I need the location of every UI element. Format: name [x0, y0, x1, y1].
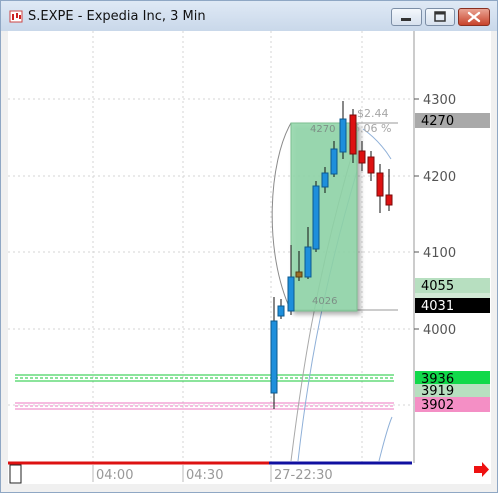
price-marker-label: 4270 — [421, 114, 454, 129]
window-bottom-border — [1, 484, 497, 492]
price-tick-label: 4200 — [423, 170, 456, 185]
close-icon — [467, 11, 481, 23]
box-top-label: 4270 — [310, 124, 335, 135]
minimize-button[interactable] — [391, 8, 422, 26]
time-tick-label: 04:30 — [186, 468, 223, 483]
scroll-box[interactable] — [9, 464, 22, 484]
red-arrow-right-icon[interactable] — [474, 462, 489, 477]
price-marker-label: 4055 — [421, 279, 454, 294]
chart-window: S.EXPE - Expedia Inc, 3 Min 4270 4026 $2… — [0, 0, 498, 493]
price-marker-label: 3919 — [421, 384, 454, 399]
chart-app-icon — [9, 10, 23, 23]
price-tick-label: 4300 — [423, 93, 456, 108]
profit-box[interactable] — [290, 122, 358, 312]
percent-label: 6.06 % — [353, 122, 391, 135]
restore-icon — [434, 11, 446, 22]
candle[interactable] — [312, 181, 320, 252]
time-tick-label: 04:00 — [96, 468, 133, 483]
price-tick-label: 4000 — [423, 323, 456, 338]
price-marker-label: 4031 — [421, 299, 454, 314]
minimize-icon — [401, 18, 411, 21]
time-axis[interactable]: 04:00 04:30 27-22:30 — [8, 461, 414, 484]
price-marker-label: 3902 — [421, 398, 454, 413]
gain-label: $2.44 — [357, 107, 389, 120]
price-tick-label: 4100 — [423, 246, 456, 261]
box-bottom-label: 4026 — [312, 296, 337, 307]
close-button[interactable] — [458, 8, 490, 26]
time-tick-label: 27-22:30 — [274, 468, 333, 483]
price-markers: 4270 4055 4031 3936 3919 3902 — [415, 113, 490, 413]
title-bar[interactable]: S.EXPE - Expedia Inc, 3 Min — [1, 1, 497, 31]
window-title: S.EXPE - Expedia Inc, 3 Min — [28, 9, 206, 24]
maximize-button[interactable] — [425, 8, 455, 26]
chart-area[interactable]: 4270 4026 $2.44 6.06 % 4300 4200 4100 40… — [8, 31, 491, 484]
